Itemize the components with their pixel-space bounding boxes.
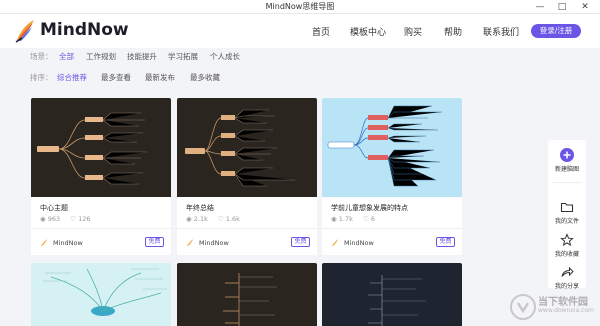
my-favorites-button[interactable]: 我的收藏 bbox=[548, 233, 586, 258]
eye-icon: ◉ bbox=[186, 215, 192, 223]
card-stats: ◉ 963 ♡ 126 bbox=[40, 215, 91, 223]
login-register-button[interactable]: 登录/注册 bbox=[531, 24, 581, 38]
mindmap-thumbnail bbox=[31, 98, 171, 197]
card-divider bbox=[177, 228, 317, 229]
card-likes: 6 bbox=[370, 215, 375, 223]
sort-chip-newest[interactable]: 最新发布 bbox=[145, 72, 175, 83]
card-author: MindNow bbox=[199, 239, 229, 247]
my-files-label: 我的文件 bbox=[554, 218, 579, 225]
heart-icon: ♡ bbox=[70, 215, 77, 223]
sort-chip-most-viewed[interactable]: 最多查看 bbox=[101, 72, 131, 83]
scene-chip-work[interactable]: 工作规划 bbox=[86, 51, 116, 62]
template-card[interactable]: 学前儿童想象发展的特点 ◉ 1.7k ♡ 6 MindNow 免费 bbox=[322, 98, 462, 255]
watermark-logo-icon bbox=[510, 294, 536, 320]
card-stats: ◉ 1.7k ♡ 6 bbox=[331, 215, 375, 223]
eye-icon: ◉ bbox=[331, 215, 337, 223]
my-files-button[interactable]: 我的文件 bbox=[548, 200, 586, 225]
scene-chip-skill[interactable]: 技能提升 bbox=[127, 51, 157, 62]
scene-chip-growth[interactable]: 个人成长 bbox=[210, 51, 240, 62]
card-author: MindNow bbox=[344, 239, 374, 247]
watermark-name: 当下软件园 bbox=[538, 297, 588, 308]
mindmap-thumbnail bbox=[322, 263, 462, 326]
nav-template-center[interactable]: 模板中心 bbox=[350, 25, 386, 38]
author-avatar-icon bbox=[41, 239, 47, 246]
sort-chip-recommended[interactable]: 综合推荐 bbox=[57, 72, 87, 83]
star-icon bbox=[560, 233, 574, 247]
card-title: 学前儿童想象发展的特点 bbox=[331, 204, 408, 212]
card-views: 1.7k bbox=[338, 215, 353, 223]
mindnow-logo-icon[interactable] bbox=[14, 18, 36, 44]
free-badge: 免费 bbox=[436, 237, 455, 247]
template-card[interactable] bbox=[177, 263, 317, 326]
my-favorites-label: 我的收藏 bbox=[554, 251, 579, 258]
card-title: 年终总结 bbox=[186, 204, 214, 212]
sidebar-divider bbox=[553, 182, 581, 183]
new-mindmap-button[interactable]: 新建脑图 bbox=[548, 148, 586, 173]
app-logo-text[interactable]: MindNow bbox=[40, 20, 129, 40]
share-icon bbox=[561, 266, 574, 277]
site-watermark: 当下软件园 www.downxia.com bbox=[508, 290, 600, 324]
card-divider bbox=[31, 228, 171, 229]
maximize-button[interactable]: □ bbox=[551, 0, 573, 14]
scene-chip-study[interactable]: 学习拓展 bbox=[168, 51, 198, 62]
eye-icon: ◉ bbox=[40, 215, 46, 223]
scene-chip-all[interactable]: 全部 bbox=[59, 51, 74, 62]
mindmap-thumbnail bbox=[322, 98, 462, 197]
sort-label: 排序： bbox=[30, 73, 53, 82]
card-likes: 1.6k bbox=[225, 215, 240, 223]
template-card[interactable] bbox=[31, 263, 171, 326]
heart-icon: ♡ bbox=[217, 215, 224, 223]
my-share-label: 我的分享 bbox=[554, 283, 579, 290]
template-card[interactable]: 中心主题 ◉ 963 ♡ 126 MindNow 免费 bbox=[31, 98, 171, 255]
template-card[interactable] bbox=[322, 263, 462, 326]
author-avatar-icon bbox=[187, 239, 193, 246]
card-title: 中心主题 bbox=[40, 204, 68, 212]
card-divider bbox=[322, 228, 462, 229]
quick-actions-sidebar: 新建脑图 我的文件 我的收藏 我的分享 bbox=[548, 140, 586, 290]
new-mindmap-label: 新建脑图 bbox=[554, 166, 579, 173]
sort-chip-most-favorited[interactable]: 最多收藏 bbox=[190, 72, 220, 83]
card-stats: ◉ 2.1k ♡ 1.6k bbox=[186, 215, 240, 223]
free-badge: 免费 bbox=[291, 237, 310, 247]
mindmap-thumbnail bbox=[177, 263, 317, 326]
plus-circle-icon bbox=[560, 148, 574, 162]
window-title: MindNow思维导图 bbox=[265, 2, 335, 11]
nav-contact[interactable]: 联系我们 bbox=[483, 25, 519, 38]
window-titlebar: MindNow思维导图 — □ ✕ bbox=[0, 0, 600, 14]
card-likes: 126 bbox=[78, 215, 91, 223]
card-views: 963 bbox=[47, 215, 61, 223]
scene-label: 场景： bbox=[30, 52, 53, 61]
mindmap-thumbnail bbox=[177, 98, 317, 197]
nav-home[interactable]: 首页 bbox=[312, 25, 330, 38]
my-share-button[interactable]: 我的分享 bbox=[548, 265, 586, 290]
free-badge: 免费 bbox=[145, 237, 164, 247]
nav-buy[interactable]: 购买 bbox=[404, 25, 422, 38]
card-author: MindNow bbox=[53, 239, 83, 247]
heart-icon: ♡ bbox=[362, 215, 369, 223]
nav-help[interactable]: 帮助 bbox=[444, 25, 462, 38]
app-header: MindNow 首页 模板中心 购买 帮助 联系我们 登录/注册 bbox=[0, 14, 600, 48]
mindmap-thumbnail bbox=[31, 263, 171, 326]
watermark-url: www.downxia.com bbox=[538, 307, 594, 314]
folder-icon bbox=[560, 202, 574, 213]
close-button[interactable]: ✕ bbox=[574, 0, 596, 14]
minimize-button[interactable]: — bbox=[529, 0, 551, 14]
author-avatar-icon bbox=[332, 239, 338, 246]
card-views: 2.1k bbox=[193, 215, 208, 223]
template-card[interactable]: 年终总结 ◉ 2.1k ♡ 1.6k MindNow 免费 bbox=[177, 98, 317, 255]
